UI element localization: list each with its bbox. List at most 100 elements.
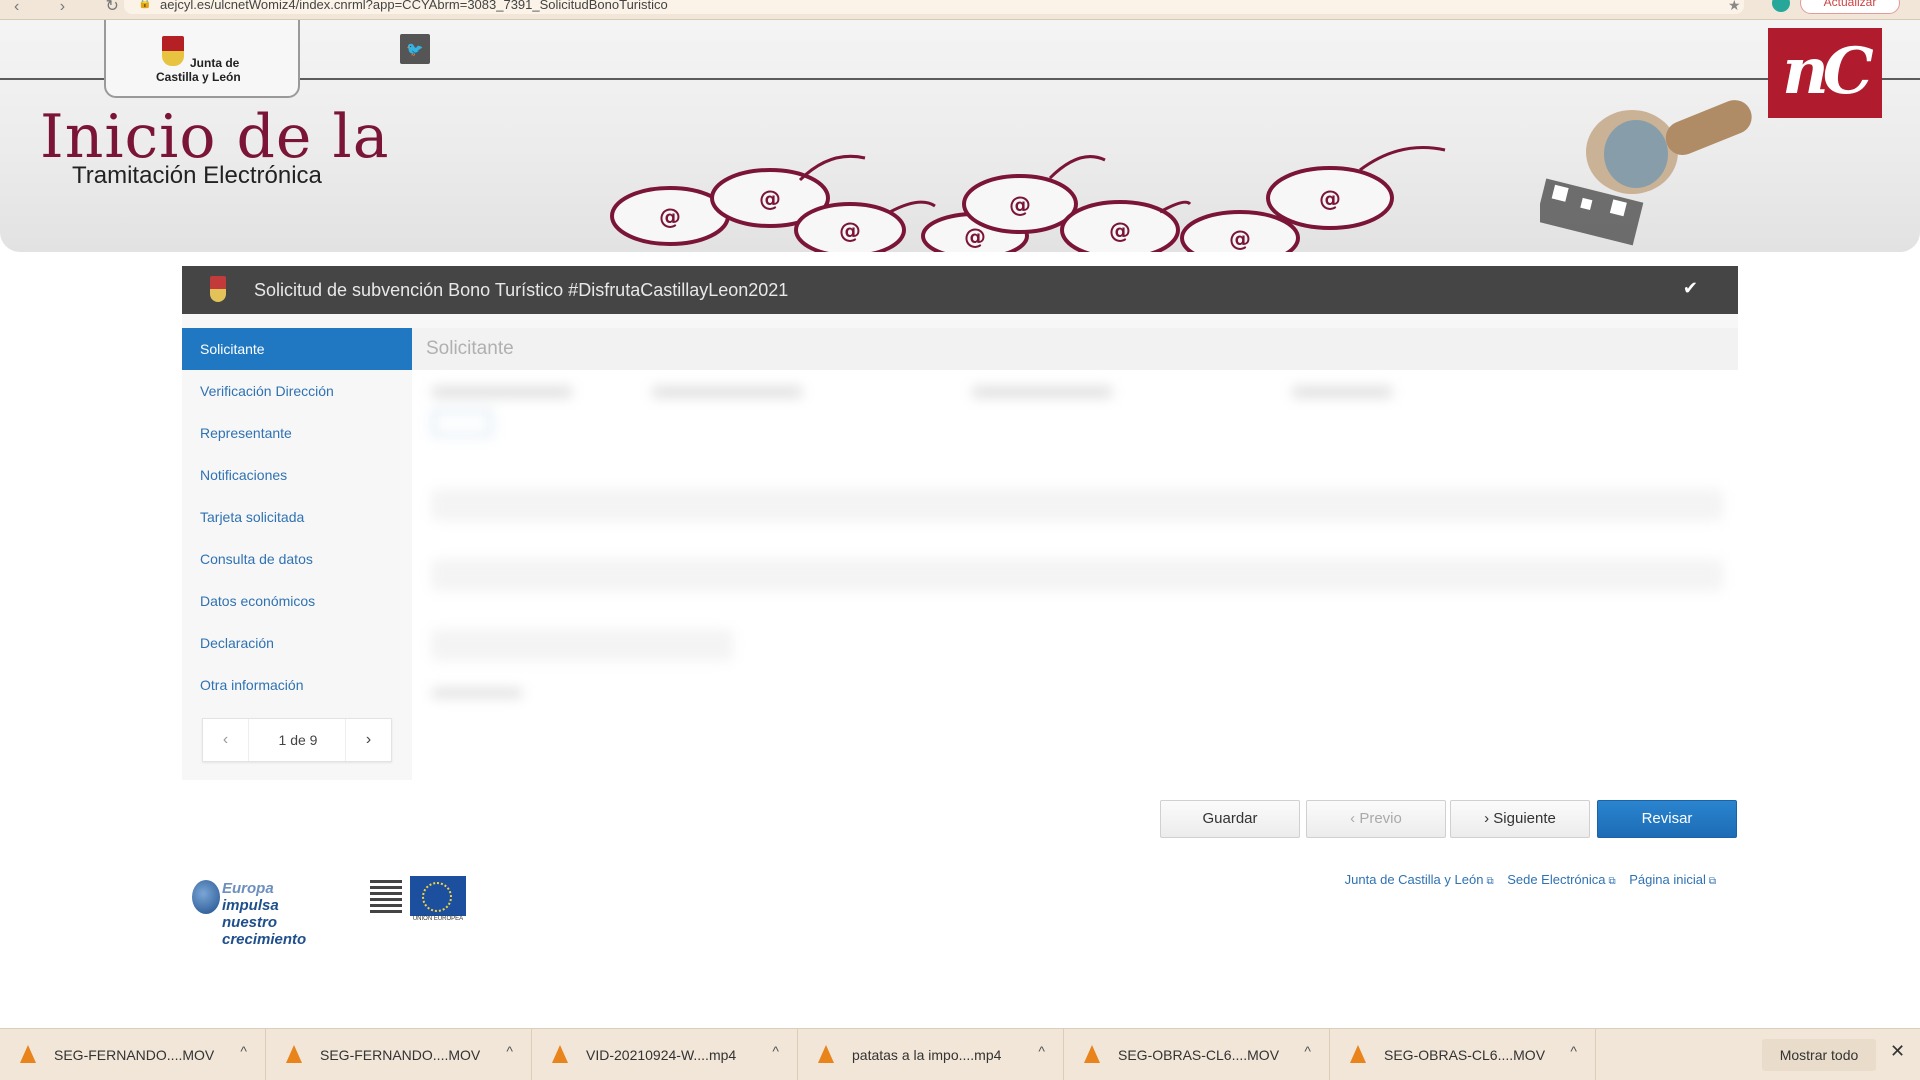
- sidebar-item-datos-economicos[interactable]: Datos económicos: [182, 580, 412, 622]
- page-subtitle: Tramitación Electrónica: [72, 162, 322, 189]
- close-icon[interactable]: ✕: [1890, 1041, 1905, 1062]
- vlc-cone-icon: [286, 1045, 302, 1063]
- browser-toolbar: ‹ › ↻ 🔒 aejcyl.es/ulcnetWomiz4/index.cnr…: [0, 0, 1920, 20]
- eu-slogan: Europa impulsa nuestro crecimiento: [222, 880, 307, 948]
- download-item[interactable]: SEG-FERNANDO....MOV ^: [0, 1029, 266, 1080]
- blurred-field[interactable]: [432, 560, 1722, 590]
- blurred-label: [1292, 386, 1392, 398]
- chevron-up-icon[interactable]: ^: [772, 1043, 779, 1059]
- previous-label: Previo: [1359, 810, 1402, 827]
- vlc-cone-icon: [1350, 1045, 1366, 1063]
- address-bar[interactable]: 🔒 aejcyl.es/ulcnetWomiz4/index.cnrml?app…: [124, 0, 1744, 14]
- update-browser-button[interactable]: Actualizar: [1800, 0, 1900, 14]
- twitter-icon[interactable]: 🐦: [400, 34, 430, 64]
- download-filename: SEG-OBRAS-CL6....MOV: [1118, 1047, 1280, 1063]
- svg-text:@: @: [1229, 227, 1251, 252]
- footer-links: Junta de Castilla y León ⧉ Sede Electróni…: [1335, 872, 1716, 887]
- sidebar-item-notificaciones[interactable]: Notificaciones: [182, 454, 412, 496]
- sidebar-item-verificacion-direccion[interactable]: Verificación Dirección: [182, 370, 412, 412]
- sidebar-item-tarjeta-solicitada[interactable]: Tarjeta solicitada: [182, 496, 412, 538]
- check-icon[interactable]: ✔: [1683, 278, 1698, 299]
- sidebar-item-consulta-de-datos[interactable]: Consulta de datos: [182, 538, 412, 580]
- chevron-up-icon[interactable]: ^: [506, 1043, 513, 1059]
- download-item[interactable]: SEG-OBRAS-CL6....MOV ^: [1064, 1029, 1330, 1080]
- chevron-up-icon[interactable]: ^: [1304, 1043, 1311, 1059]
- profile-avatar[interactable]: [1772, 0, 1790, 12]
- svg-text:@: @: [1109, 219, 1131, 244]
- download-item[interactable]: SEG-OBRAS-CL6....MOV ^: [1330, 1029, 1596, 1080]
- download-filename: SEG-FERNANDO....MOV: [54, 1047, 215, 1063]
- vlc-cone-icon: [1084, 1045, 1100, 1063]
- blurred-field[interactable]: [432, 410, 492, 436]
- download-item[interactable]: patatas a la impo....mp4 ^: [798, 1029, 1064, 1080]
- svg-text:@: @: [659, 205, 681, 230]
- download-item[interactable]: VID-20210924-W....mp4 ^: [532, 1029, 798, 1080]
- save-button[interactable]: Guardar: [1160, 800, 1300, 838]
- next-button[interactable]: › Siguiente: [1450, 800, 1590, 838]
- eu-flag-icon: [410, 876, 466, 916]
- address-bar-text: aejcyl.es/ulcnetWomiz4/index.cnrml?app=C…: [160, 0, 668, 12]
- external-link-icon: ⧉: [1486, 876, 1494, 887]
- download-filename: patatas a la impo....mp4: [852, 1047, 1002, 1063]
- stamp-qr-decoration-icon: [1540, 100, 1752, 246]
- chevron-left-icon[interactable]: ‹: [203, 719, 249, 761]
- sidebar-item-declaracion[interactable]: Declaración: [182, 622, 412, 664]
- eu-stars-icon: [422, 882, 452, 912]
- chevron-right-icon: ›: [1484, 810, 1494, 827]
- blurred-label: [652, 386, 802, 398]
- feder-logo-icon: [364, 876, 408, 920]
- chevron-up-icon[interactable]: ^: [1038, 1043, 1045, 1059]
- download-item[interactable]: SEG-FERNANDO....MOV ^: [266, 1029, 532, 1080]
- footer-link-inicio[interactable]: Página inicial ⧉: [1629, 872, 1716, 887]
- bookmark-star-icon[interactable]: ★: [1728, 0, 1741, 14]
- vlc-cone-icon: [552, 1045, 568, 1063]
- download-filename: VID-20210924-W....mp4: [586, 1047, 737, 1063]
- external-link-icon: ⧉: [1608, 876, 1616, 887]
- lock-icon: 🔒: [138, 0, 152, 9]
- download-filename: SEG-OBRAS-CL6....MOV: [1384, 1047, 1546, 1063]
- vlc-cone-icon: [818, 1045, 834, 1063]
- globe-icon: [192, 880, 220, 914]
- crest-icon: [162, 36, 184, 66]
- browser-nav-icons[interactable]: ‹ › ↻: [14, 0, 137, 16]
- blurred-field[interactable]: [432, 630, 732, 660]
- vlc-cone-icon: [20, 1045, 36, 1063]
- blurred-field[interactable]: [432, 490, 1722, 520]
- step-pager: ‹ 1 de 9 ›: [202, 718, 392, 762]
- footer-link-junta[interactable]: Junta de Castilla y León ⧉: [1345, 872, 1494, 887]
- svg-text:@: @: [1319, 187, 1341, 212]
- sidebar-item-otra-informacion[interactable]: Otra información: [182, 664, 412, 706]
- form-steps-sidebar: Solicitante Verificación Dirección Repre…: [182, 328, 412, 706]
- form-panel: Solicitante Verificación Dirección Repre…: [182, 314, 1738, 780]
- show-all-downloads-button[interactable]: Mostrar todo: [1762, 1039, 1876, 1071]
- chevron-up-icon[interactable]: ^: [1570, 1043, 1577, 1059]
- chevron-right-icon[interactable]: ›: [345, 719, 391, 761]
- pager-label: 1 de 9: [278, 732, 318, 748]
- blurred-label: [432, 688, 522, 698]
- junta-logo[interactable]: Junta de Castilla y León: [104, 20, 300, 98]
- sidebar-item-representante[interactable]: Representante: [182, 412, 412, 454]
- download-filename: SEG-FERNANDO....MOV: [320, 1047, 481, 1063]
- chevron-up-icon[interactable]: ^: [240, 1043, 247, 1059]
- blurred-label: [432, 386, 572, 398]
- nc-brand-logo: nC: [1768, 28, 1882, 118]
- previous-button[interactable]: ‹ Previo: [1306, 800, 1446, 838]
- blurred-form-fields: [412, 370, 1738, 780]
- section-title: Solicitante: [412, 328, 1738, 370]
- svg-text:@: @: [964, 225, 986, 250]
- form-content: Solicitante: [412, 328, 1738, 780]
- crest-small-icon: [210, 276, 226, 302]
- logo-line2: Castilla y León: [156, 70, 241, 84]
- external-link-icon: ⧉: [1708, 876, 1716, 887]
- site-header: Junta de Castilla y León 🐦 Inicio de la …: [0, 20, 1920, 252]
- form-title: Solicitud de subvención Bono Turístico #…: [254, 280, 789, 300]
- mouse-decoration-icon: @ @ @ @ @ @ @ @: [610, 146, 1446, 252]
- sidebar-item-solicitante[interactable]: Solicitante: [182, 328, 412, 370]
- svg-text:@: @: [839, 219, 861, 244]
- review-button[interactable]: Revisar: [1597, 800, 1737, 838]
- logo-line1: Junta de: [190, 56, 240, 70]
- svg-text:@: @: [759, 187, 781, 212]
- footer-link-sede[interactable]: Sede Electrónica ⧉: [1507, 872, 1615, 887]
- form-header: Solicitud de subvención Bono Turístico #…: [182, 266, 1738, 314]
- downloads-bar: SEG-FERNANDO....MOV ^ SEG-FERNANDO....MO…: [0, 1028, 1920, 1080]
